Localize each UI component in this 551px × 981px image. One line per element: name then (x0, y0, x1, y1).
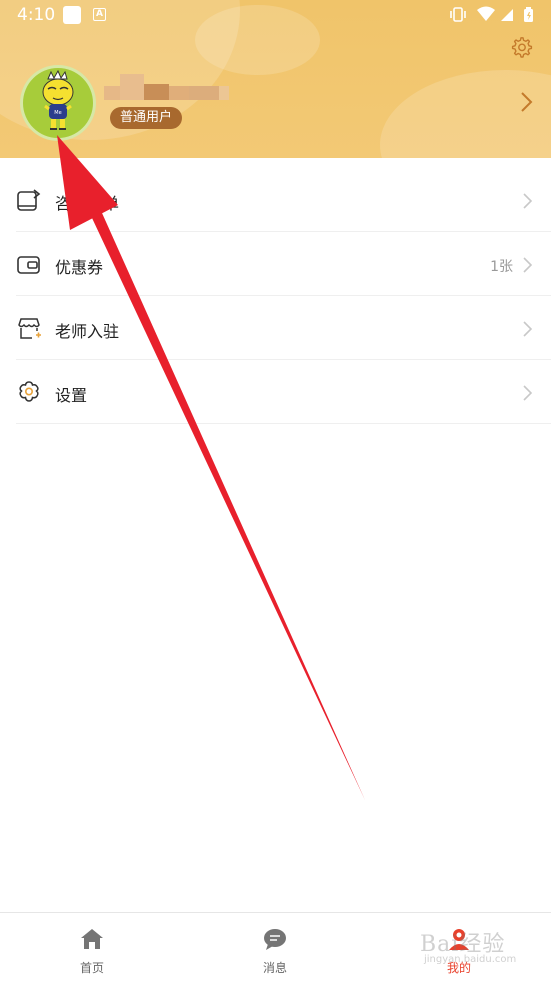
tab-label: 消息 (262, 961, 287, 975)
menu-item-settings[interactable]: 设置 (0, 360, 551, 424)
consult-order-icon (17, 189, 41, 211)
user-level-badge: 普通用户 (110, 107, 183, 129)
store-join-icon (18, 318, 41, 339)
profile-header: 4:10 A Me 普通用户 (0, 0, 551, 158)
coupon-wallet-icon (17, 256, 40, 274)
settings-gear-icon (19, 381, 39, 402)
divider (16, 423, 551, 424)
vibrate-icon (450, 7, 466, 22)
cartoon-avatar-icon: Me (42, 69, 74, 130)
tab-label: 首页 (79, 961, 104, 975)
tab-messages[interactable]: 消息 (215, 913, 335, 981)
chevron-right-icon[interactable] (518, 90, 534, 114)
menu-item-label: 设置 (55, 386, 88, 405)
baidu-watermark-url: jingyan.baidu.com (424, 954, 517, 965)
menu-item-label: 优惠券 (55, 258, 104, 277)
notification-square-icon (63, 6, 81, 24)
svg-text:Me: Me (54, 110, 61, 116)
menu-item-label: 老师入驻 (55, 322, 120, 341)
coupon-count: 1张 (490, 259, 513, 275)
tab-home[interactable]: 首页 (32, 913, 152, 981)
cell-signal-icon (501, 9, 513, 21)
gear-icon[interactable] (509, 35, 533, 59)
status-icons (449, 5, 539, 25)
battery-icon (524, 7, 533, 22)
menu-item-coupons[interactable]: 优惠券 1张 (0, 232, 551, 296)
home-icon (81, 929, 103, 949)
status-time: 4:10 (17, 5, 56, 25)
avatar[interactable]: Me (20, 65, 96, 141)
wifi-icon (477, 6, 495, 21)
menu-item-consult-orders[interactable]: 咨询订单 (0, 168, 551, 232)
menu-item-label: 咨询订单 (55, 194, 120, 213)
header-decoration (380, 70, 551, 158)
chevron-right-icon (523, 257, 533, 273)
message-bubble-icon (264, 929, 286, 950)
username-redacted (104, 74, 230, 102)
chevron-right-icon (523, 385, 533, 401)
chevron-right-icon (523, 193, 533, 209)
menu-item-teacher-join[interactable]: 老师入驻 (0, 296, 551, 360)
status-bar: 4:10 A (0, 0, 551, 30)
app-store-notification-icon: A (93, 8, 106, 21)
menu-list: 咨询订单 优惠券 1张 老师入驻 设置 (0, 168, 551, 424)
chevron-right-icon (523, 321, 533, 337)
